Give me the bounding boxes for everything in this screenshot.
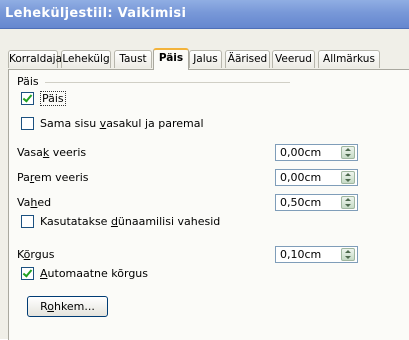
checkbox-unchecked-icon [21,116,34,130]
checkbox-unchecked-icon [21,214,34,228]
title-bar: Leheküljestiil: Vaikimisi [0,0,409,29]
tab-allmarkus[interactable]: Allmärkus [318,50,380,68]
spin-arrows-icon[interactable] [341,196,355,209]
tab-veerud[interactable]: Veerud [272,50,315,68]
height-label: Kõrgus [17,248,55,261]
tab-jalus[interactable]: Jalus [189,50,222,68]
spin-arrows-icon[interactable] [341,171,355,184]
section-divider [45,82,290,83]
right-margin-field[interactable]: 0,00cm [275,169,358,186]
tab-pais[interactable]: Päis [153,48,189,70]
same-content-checkbox[interactable]: Sama sisu vasakul ja paremal [21,115,204,131]
header-on-checkbox[interactable]: Päis [21,90,66,106]
checkbox-checked-icon [21,91,34,105]
section-title: Päis [17,75,39,88]
dynamic-spacing-label: Kasutatakse dünaamilisi vahesid [40,214,221,228]
left-margin-field[interactable]: 0,00cm [275,144,358,161]
more-button[interactable]: Rohkem... [27,296,108,317]
same-content-label: Sama sisu vasakul ja paremal [40,116,204,130]
tab-page-header: Päis Päis Sama sisu vasakul ja paremal V… [8,69,409,340]
header-on-label: Päis [40,90,66,106]
tab-korraldaja[interactable]: Korraldaja [8,50,62,68]
left-margin-label: Vasak veeris [17,146,87,159]
checkbox-checked-icon [21,266,34,280]
auto-height-checkbox[interactable]: Automaatne kõrgus [21,265,148,281]
spin-arrows-icon[interactable] [341,248,355,261]
height-field[interactable]: 0,10cm [275,246,358,263]
dynamic-spacing-checkbox[interactable]: Kasutatakse dünaamilisi vahesid [21,213,220,229]
right-margin-label: Parem veeris [17,171,89,184]
dialog: Korraldaja Lehekülg Taust Päis Jalus Äär… [0,29,409,340]
spacing-label: Vahed [17,196,52,209]
spin-arrows-icon[interactable] [341,146,355,159]
auto-height-label: Automaatne kõrgus [40,266,149,280]
tab-aarised[interactable]: Äärised [225,50,270,68]
window-title: Leheküljestiil: Vaikimisi [5,6,187,21]
tab-lehekulg[interactable]: Lehekülg [61,50,111,68]
tab-taust[interactable]: Taust [114,50,152,68]
spacing-field[interactable]: 0,50cm [275,194,358,211]
